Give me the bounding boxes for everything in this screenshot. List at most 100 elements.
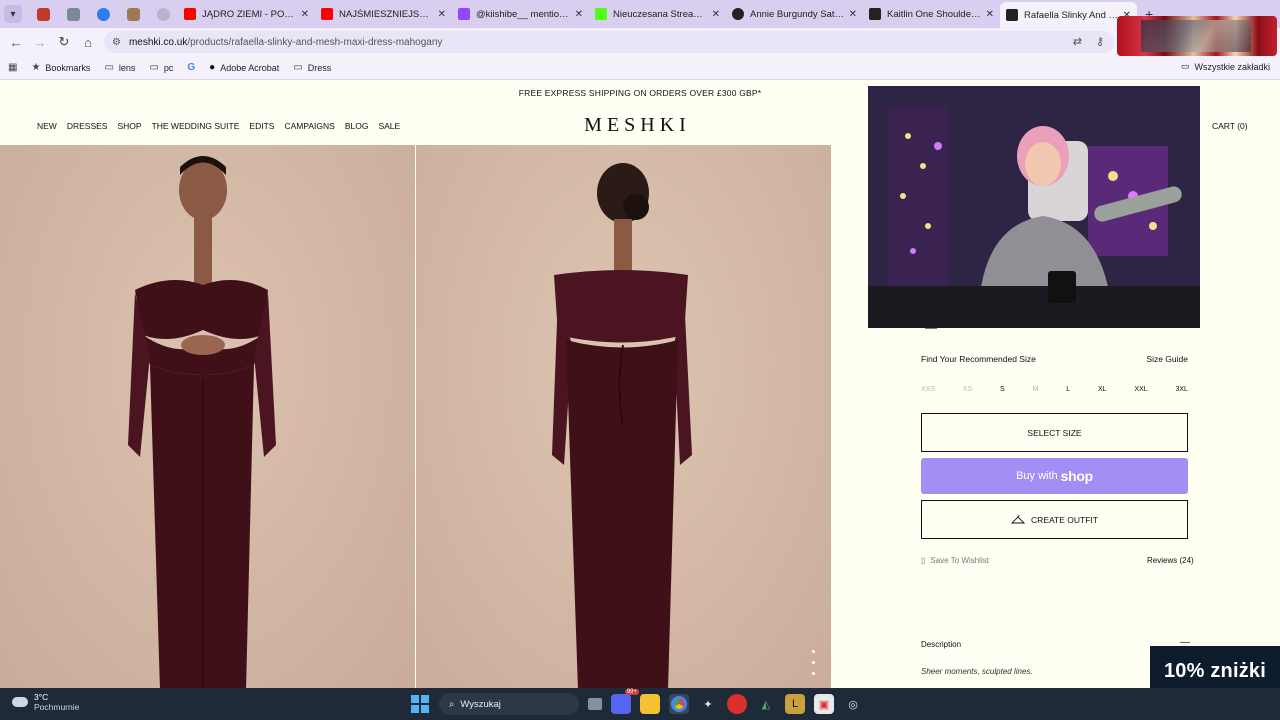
recommended-size-link[interactable]: Find Your Recommended Size (921, 354, 1036, 364)
discount-label: 10% zniżki (1163, 660, 1267, 682)
size-option[interactable]: XXL (1134, 386, 1147, 393)
tab-title: Kaitlin One Shoulder Slin (887, 8, 982, 20)
bookmark-label: Adobe Acrobat (220, 62, 280, 73)
pinned-tab[interactable] (148, 3, 178, 25)
pinned-tab[interactable] (28, 3, 58, 25)
tab-search-icon[interactable]: ▾ (4, 5, 22, 23)
apps-grid-icon[interactable]: ▦ (8, 62, 17, 73)
tab-title: Nieuczesana Stream - Wi (613, 8, 708, 20)
all-bookmarks[interactable]: ▭ Wszystkie zakładki (1181, 61, 1270, 72)
product-image-back[interactable] (416, 145, 831, 690)
reviews-link[interactable]: Reviews (24) (1147, 556, 1194, 565)
meshki-favicon-icon (869, 8, 881, 20)
league-icon[interactable]: L (785, 694, 805, 714)
size-guide-link[interactable]: Size Guide (1146, 354, 1188, 364)
wolf-app-icon[interactable]: ✦ (698, 694, 718, 714)
bookmark-label: pc (163, 62, 174, 73)
nav-blog[interactable]: BLOG (345, 121, 369, 131)
nav-new[interactable]: NEW (37, 121, 57, 131)
wishlist-link[interactable]: ▯ Save To Wishlist (921, 556, 989, 565)
nav-campaigns[interactable]: CAMPAIGNS (284, 121, 334, 131)
windows-taskbar: 3°C Pochmurnie ⌕ Wyszukaj 99+ ✦ ◭ L ▣ ◎ (0, 688, 1280, 720)
tab-close-icon[interactable]: ✕ (849, 9, 857, 20)
bookmark-item[interactable]: ▭ pc (149, 62, 173, 73)
app-icon[interactable] (727, 694, 747, 714)
nvidia-icon[interactable]: ◭ (756, 694, 776, 714)
shop-logo: shop (1060, 468, 1094, 484)
tab-title: Rafaella Slinky And Mesh (1024, 9, 1119, 21)
pinned-tab[interactable] (88, 3, 118, 25)
shop-pay-button[interactable]: Buy with shop (921, 458, 1188, 494)
chrome-icon[interactable] (669, 694, 689, 714)
browser-tab[interactable]: NAJŚMIESZNIEJSZE MOM ✕ (315, 2, 452, 26)
forward-icon[interactable]: → (28, 35, 52, 50)
snipping-icon[interactable]: ▣ (814, 694, 834, 714)
start-button[interactable] (410, 694, 430, 714)
tab-close-icon[interactable]: ✕ (712, 9, 720, 20)
browser-tab[interactable]: @kiishibe__ mentioned ✕ (452, 2, 589, 26)
acrobat-icon: ● (209, 62, 216, 73)
tab-title: @kiishibe__ mentioned (476, 8, 571, 20)
google-bookmark[interactable]: G (187, 62, 195, 73)
bookmark-label: lens (118, 62, 136, 73)
bookmark-item[interactable]: ▭ Dress (293, 62, 331, 73)
divider (925, 328, 937, 329)
size-option[interactable]: L (1066, 386, 1070, 393)
browser-tab[interactable]: Annie Burgundy Satin Ba ✕ (726, 2, 863, 26)
tab-close-icon[interactable]: ✕ (301, 9, 309, 20)
size-option[interactable]: M (1033, 386, 1039, 393)
bookmark-item[interactable]: ▭ lens (104, 62, 135, 73)
nav-edits[interactable]: EDITS (249, 121, 274, 131)
buy-with-label: Buy with (1016, 470, 1058, 482)
obs-icon[interactable]: ◎ (843, 694, 863, 714)
taskbar-search[interactable]: ⌕ Wyszukaj (439, 693, 579, 715)
task-view-icon[interactable] (588, 698, 602, 710)
tab-close-icon[interactable]: ✕ (575, 9, 583, 20)
browser-tab[interactable]: Nieuczesana Stream - Wi ✕ (589, 2, 726, 26)
site-info-icon[interactable]: ⚙ (112, 37, 121, 48)
youtube-icon (321, 8, 333, 20)
size-option[interactable]: S (1000, 386, 1005, 393)
nav-dresses[interactable]: DRESSES (67, 121, 108, 131)
temperature: 3°C (34, 692, 49, 702)
reload-icon[interactable]: ↻ (52, 34, 76, 50)
bookmark-item[interactable]: ★ Bookmarks (31, 62, 90, 73)
folder-icon: ▭ (293, 62, 303, 73)
pinned-tab[interactable] (58, 3, 88, 25)
pinned-favicon-icon (126, 7, 140, 21)
discord-icon[interactable]: 99+ (611, 689, 639, 714)
browser-tab[interactable]: Kaitlin One Shoulder Slin ✕ (863, 2, 1000, 26)
folder-icon: ▭ (104, 62, 114, 73)
pinned-tab[interactable] (118, 3, 148, 25)
size-option[interactable]: XS (963, 386, 972, 393)
select-size-button[interactable]: SELECT SIZE (921, 413, 1188, 452)
translate-icon[interactable]: ⇄ (1073, 35, 1082, 48)
browser-tab[interactable]: JĄDRO ZIEMI - POWAŻNE ✕ (178, 2, 315, 26)
url-field[interactable]: ⚙ meshki.co.uk/products/rafaella-slinky-… (104, 31, 1114, 53)
notification-badge: 99+ (624, 689, 639, 695)
back-icon[interactable]: ← (4, 35, 28, 50)
bookmark-item[interactable]: ● Adobe Acrobat (209, 62, 279, 73)
tab-close-icon[interactable]: ✕ (986, 9, 994, 20)
create-outfit-button[interactable]: CREATE OUTFIT (921, 500, 1188, 539)
weather-widget[interactable]: 3°C Pochmurnie (12, 692, 79, 712)
site-logo[interactable]: MESHKI (560, 114, 715, 137)
cart-link[interactable]: CART (0) (1212, 121, 1248, 131)
nav-wedding-suite[interactable]: THE WEDDING SUITE (152, 121, 240, 131)
tab-close-icon[interactable]: ✕ (438, 9, 446, 20)
description-heading[interactable]: Description (921, 640, 961, 649)
password-key-icon[interactable]: ⚷ (1096, 35, 1104, 48)
size-option[interactable]: XXS (921, 386, 935, 393)
home-icon[interactable]: ⌂ (76, 35, 100, 50)
size-option[interactable]: 3XL (1175, 386, 1187, 393)
product-image-front[interactable] (0, 145, 415, 690)
size-option[interactable]: XL (1098, 386, 1107, 393)
pinned-favicon-icon (66, 7, 80, 21)
image-carousel-dots[interactable] (812, 650, 815, 675)
file-explorer-icon[interactable] (640, 694, 660, 714)
star-icon: ★ (31, 62, 41, 73)
nav-sale[interactable]: SALE (378, 121, 400, 131)
nav-shop[interactable]: SHOP (117, 121, 141, 131)
pinned-favicon-icon (156, 7, 170, 21)
discount-popup[interactable]: 10% zniżki (1150, 646, 1280, 688)
